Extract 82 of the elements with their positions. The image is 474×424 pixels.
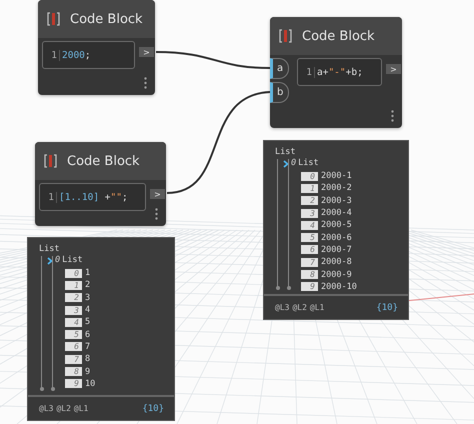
- list-value: 2000-1: [321, 171, 352, 182]
- index-tag: 6: [301, 245, 318, 254]
- list-value: 9: [85, 366, 90, 377]
- list-value: 2000-5: [321, 220, 352, 230]
- index-tag: 3: [65, 306, 82, 315]
- index-tag: 8: [65, 367, 82, 376]
- level-label: @L3: [275, 303, 290, 312]
- list-value: 2: [85, 280, 90, 290]
- list-value: 8: [85, 354, 90, 364]
- more-options-icon[interactable]: [144, 77, 147, 89]
- level-label: @L3: [39, 404, 54, 413]
- list-value: 2000-4: [321, 208, 352, 218]
- index-tag: 4: [65, 318, 82, 327]
- output-port[interactable]: >: [386, 64, 401, 74]
- item-count: {10}: [142, 404, 164, 414]
- index-tag: 8: [301, 270, 318, 280]
- index-tag: 9: [65, 379, 82, 388]
- line-number: 1: [40, 192, 57, 202]
- index-tag: 6: [65, 342, 82, 352]
- list-value: 10: [85, 378, 96, 389]
- index-tag: 2: [301, 196, 318, 206]
- index-tag: 0: [301, 172, 318, 181]
- chevron-icon[interactable]: [283, 160, 289, 168]
- code-line: [1..10] +"";: [59, 192, 128, 202]
- list-label: List: [62, 255, 83, 266]
- list-value: 6: [85, 330, 90, 340]
- list-index: 0: [55, 255, 60, 266]
- code-editor[interactable]: 1 [1..10] +"";: [39, 183, 146, 211]
- index-tag: 3: [301, 208, 318, 218]
- code-editor[interactable]: 1 a+"-"+b;: [297, 58, 382, 86]
- code-block-node[interactable]: Code Block a b 1 a+"-"+b; >: [270, 17, 402, 128]
- code-block-icon: [44, 154, 57, 168]
- code-editor[interactable]: 1 2000;: [42, 41, 135, 69]
- list-value: 2000-9: [321, 270, 352, 280]
- level-label: @L1: [310, 303, 324, 312]
- output-port[interactable]: >: [139, 47, 154, 57]
- list-value: 5: [85, 317, 90, 328]
- index-tag: 7: [301, 258, 318, 267]
- level-label: @L1: [74, 404, 88, 413]
- code-block-icon: [279, 29, 292, 43]
- node-title: Code Block: [67, 154, 140, 168]
- list-label: List: [298, 158, 319, 169]
- index-tag: 5: [65, 330, 82, 340]
- index-tag: 2: [65, 293, 82, 302]
- index-tag: 5: [301, 233, 318, 242]
- more-options-icon[interactable]: [391, 110, 394, 122]
- list-value: 2000-6: [321, 232, 352, 243]
- list-value: 4: [85, 305, 90, 316]
- item-count: {10}: [376, 302, 398, 312]
- code-block-node[interactable]: Code Block 1 [1..10] +""; >: [35, 142, 166, 226]
- input-port[interactable]: a: [270, 58, 289, 79]
- list-value: 2000-3: [321, 196, 352, 206]
- list-value: 2000-2: [321, 183, 352, 194]
- list-label: List: [39, 244, 60, 255]
- node-title: Code Block: [70, 12, 143, 26]
- list-value: 1: [85, 268, 90, 278]
- index-tag: 9: [301, 282, 318, 292]
- list-index: 0: [291, 158, 296, 169]
- output-port[interactable]: >: [150, 189, 165, 199]
- line-number: 1: [298, 66, 315, 78]
- index-tag: 1: [65, 280, 82, 290]
- index-tag: 0: [65, 268, 82, 278]
- code-block-node[interactable]: Code Block 1 2000; >: [38, 0, 155, 95]
- list-value: 2000-7: [321, 244, 352, 255]
- list-value: 2000-10: [321, 282, 357, 292]
- level-label: @L2: [292, 303, 307, 312]
- index-tag: 7: [65, 354, 82, 364]
- input-port[interactable]: b: [270, 82, 289, 103]
- list-value: 3: [85, 292, 90, 303]
- chevron-icon[interactable]: [47, 256, 53, 264]
- list-value: 2000-8: [321, 257, 352, 268]
- level-label: @L2: [56, 404, 71, 413]
- list-label: List: [275, 147, 296, 158]
- list-value: 7: [85, 342, 90, 352]
- code-block-icon: [47, 12, 60, 26]
- more-options-icon[interactable]: [155, 208, 158, 220]
- code-line: 2000;: [62, 50, 91, 60]
- line-number: 1: [43, 50, 60, 60]
- index-tag: 1: [301, 184, 318, 193]
- node-title: Code Block: [302, 28, 375, 44]
- code-line: a+"-"+b;: [317, 66, 363, 78]
- index-tag: 4: [301, 220, 318, 230]
